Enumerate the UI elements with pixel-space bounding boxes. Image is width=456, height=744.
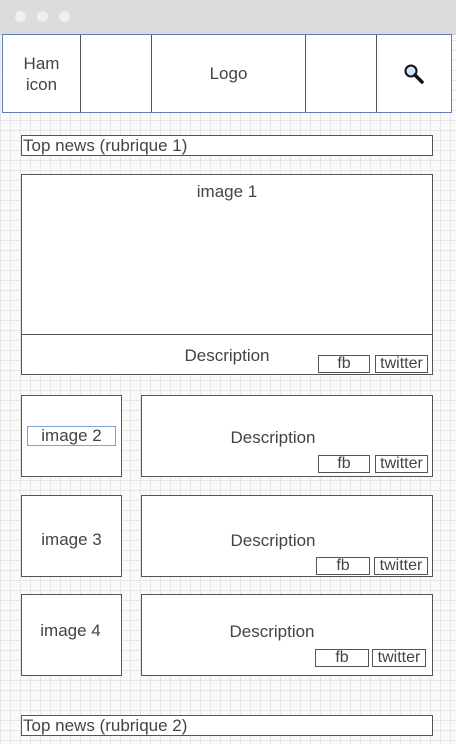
- share-facebook-button[interactable]: fb: [318, 455, 370, 473]
- article-image-label: image 3: [41, 530, 102, 549]
- share-twitter-button[interactable]: twitter: [375, 455, 428, 473]
- article-description-box[interactable]: Description fb twitter: [141, 495, 433, 577]
- featured-image-label: image 1: [196, 182, 258, 201]
- article-image[interactable]: image 4: [21, 594, 122, 676]
- section-title-rubrique-2[interactable]: Top news (rubrique 2): [21, 715, 433, 736]
- section-title-rubrique-1[interactable]: Top news (rubrique 1): [21, 135, 433, 156]
- window-titlebar: [0, 0, 456, 35]
- window-close-dot[interactable]: [15, 11, 26, 22]
- article-image[interactable]: image 3: [21, 495, 122, 577]
- site-header: Ham icon Logo: [2, 34, 452, 113]
- window-minimize-dot[interactable]: [37, 11, 48, 22]
- header-spacer-left: [81, 35, 152, 112]
- article-description: Description: [230, 531, 316, 550]
- divider: [22, 334, 432, 335]
- article-description-box[interactable]: Description fb twitter: [141, 594, 433, 676]
- share-twitter-button[interactable]: twitter: [372, 649, 426, 667]
- featured-description: Description: [184, 346, 270, 365]
- article-image-label: image 2: [27, 426, 116, 446]
- window-maximize-dot[interactable]: [59, 11, 70, 22]
- article-image[interactable]: image 2: [21, 395, 122, 477]
- search-icon: [404, 64, 424, 84]
- share-facebook-button[interactable]: fb: [318, 355, 370, 373]
- article-description: Description: [230, 428, 316, 447]
- article-image-label: image 4: [40, 621, 101, 640]
- share-facebook-button[interactable]: fb: [316, 557, 370, 575]
- article-description-box[interactable]: Description fb twitter: [141, 395, 433, 477]
- header-spacer-right: [306, 35, 377, 112]
- share-twitter-button[interactable]: twitter: [375, 355, 428, 373]
- logo[interactable]: Logo: [152, 35, 306, 112]
- search-button[interactable]: [377, 35, 451, 112]
- share-facebook-button[interactable]: fb: [315, 649, 369, 667]
- article-description: Description: [229, 622, 315, 641]
- share-twitter-button[interactable]: twitter: [374, 557, 428, 575]
- hamburger-menu-button[interactable]: Ham icon: [3, 35, 81, 112]
- featured-article-card[interactable]: image 1 Description fb twitter: [21, 174, 433, 375]
